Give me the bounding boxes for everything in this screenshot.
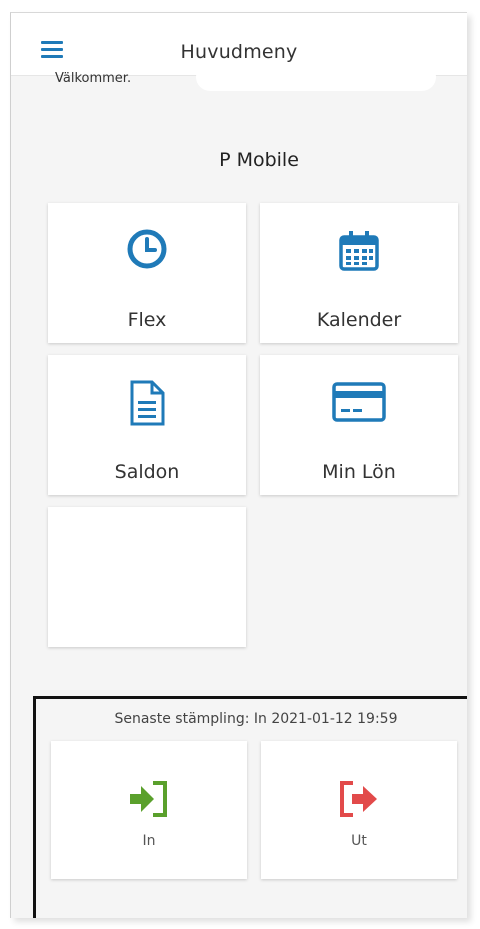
username-field (196, 63, 436, 91)
stamp-in-button[interactable]: In (51, 741, 247, 879)
clock-icon (48, 227, 246, 277)
tile-label: Saldon (114, 461, 180, 483)
app-name: P Mobile (219, 149, 299, 171)
tile-label: Min Lön (322, 461, 396, 483)
tile-min-lon[interactable]: Min Lön (260, 355, 458, 495)
calendar-icon (260, 227, 458, 277)
tile-empty[interactable] (48, 507, 246, 647)
stamping-panel: Senaste stämpling: In 2021-01-12 19:59 I… (33, 696, 467, 918)
tile-saldon[interactable]: Saldon (48, 355, 246, 495)
sign-out-icon (261, 779, 457, 819)
tile-kalender[interactable]: Kalender (260, 203, 458, 343)
sign-in-icon (51, 779, 247, 819)
tile-flex[interactable]: Flex (48, 203, 246, 343)
last-stamp-text: Senaste stämpling: In 2021-01-12 19:59 (114, 711, 398, 727)
page-title: Huvudmeny (180, 41, 298, 63)
tile-label: Flex (127, 309, 167, 331)
app-frame: Huvudmeny Välkommer. P Mobile Flex Kalen… (10, 12, 467, 918)
welcome-greeting: Välkommer. (55, 71, 132, 86)
stamp-out-button[interactable]: Ut (261, 741, 457, 879)
stamp-in-label: In (142, 833, 156, 849)
stamp-out-label: Ut (351, 833, 367, 849)
credit-card-icon (260, 379, 458, 429)
document-icon (48, 379, 246, 429)
tile-label: Kalender (316, 309, 402, 331)
